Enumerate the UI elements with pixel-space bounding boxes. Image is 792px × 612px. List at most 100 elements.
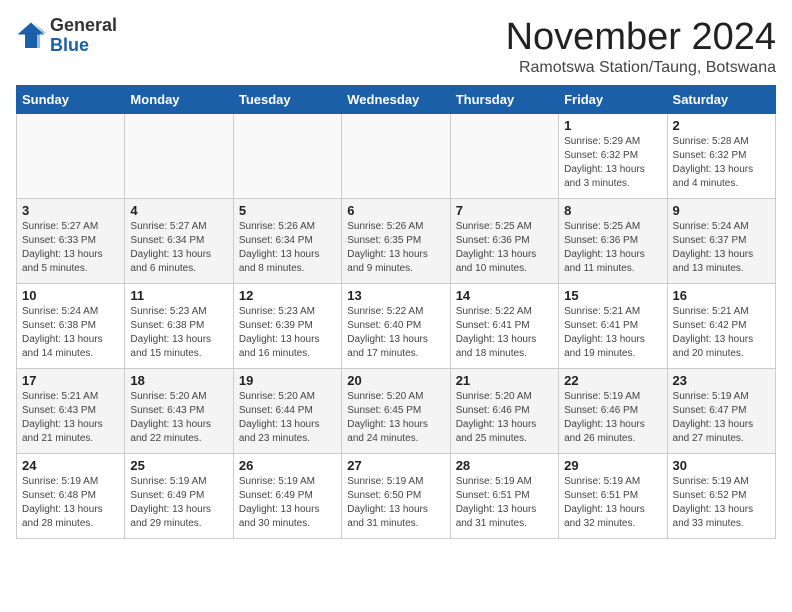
- day-info: Sunrise: 5:19 AM Sunset: 6:49 PM Dayligh…: [130, 476, 211, 529]
- table-row: 19 Sunrise: 5:20 AM Sunset: 6:44 PM Dayli…: [233, 369, 341, 454]
- table-row: 7Sunrise: 5:25 AM Sunset: 6:36 PM Daylig…: [450, 199, 558, 284]
- location-subtitle: Ramotswa Station/Taung, Botswana: [506, 59, 776, 77]
- table-row: 30Sunrise: 5:19 AM Sunset: 6:52 PM Dayli…: [667, 454, 775, 539]
- week-row-5: 24 Sunrise: 5:19 AM Sunset: 6:48 PM Dayli…: [17, 454, 776, 539]
- day-number: 9: [673, 203, 770, 218]
- day-info: Sunrise: 5:25 AM Sunset: 6:36 PM Dayligh…: [456, 221, 537, 274]
- day-number: 25: [130, 458, 227, 473]
- day-number: 20: [347, 373, 444, 388]
- logo-text: General Blue: [50, 16, 117, 56]
- week-row-3: 10Sunrise: 5:24 AM Sunset: 6:38 PM Dayli…: [17, 284, 776, 369]
- table-row: 24 Sunrise: 5:19 AM Sunset: 6:48 PM Dayli…: [17, 454, 125, 539]
- table-row: 4 Sunrise: 5:27 AM Sunset: 6:34 PM Daylig…: [125, 199, 233, 284]
- day-number: 3: [22, 203, 119, 218]
- week-row-2: 3 Sunrise: 5:27 AM Sunset: 6:33 PM Daylig…: [17, 199, 776, 284]
- day-number: 18: [130, 373, 227, 388]
- day-number: 5: [239, 203, 336, 218]
- table-row: [450, 114, 558, 199]
- day-number: 21: [456, 373, 553, 388]
- day-info: Sunrise: 5:24 AM Sunset: 6:38 PM Dayligh…: [22, 306, 103, 359]
- day-number: 22: [564, 373, 661, 388]
- day-info: Sunrise: 5:27 AM Sunset: 6:33 PM Dayligh…: [22, 221, 103, 274]
- header-saturday: Saturday: [667, 86, 775, 114]
- header-monday: Monday: [125, 86, 233, 114]
- day-number: 8: [564, 203, 661, 218]
- table-row: 17Sunrise: 5:21 AM Sunset: 6:43 PM Dayli…: [17, 369, 125, 454]
- day-info: Sunrise: 5:27 AM Sunset: 6:34 PM Dayligh…: [130, 221, 211, 274]
- day-number: 17: [22, 373, 119, 388]
- table-row: 2 Sunrise: 5:28 AM Sunset: 6:32 PM Daylig…: [667, 114, 775, 199]
- table-row: 28 Sunrise: 5:19 AM Sunset: 6:51 PM Dayli…: [450, 454, 558, 539]
- day-info: Sunrise: 5:21 AM Sunset: 6:41 PM Dayligh…: [564, 306, 645, 359]
- day-info: Sunrise: 5:19 AM Sunset: 6:47 PM Dayligh…: [673, 391, 754, 444]
- table-row: 25 Sunrise: 5:19 AM Sunset: 6:49 PM Dayli…: [125, 454, 233, 539]
- table-row: 13 Sunrise: 5:22 AM Sunset: 6:40 PM Dayli…: [342, 284, 450, 369]
- table-row: 21 Sunrise: 5:20 AM Sunset: 6:46 PM Dayli…: [450, 369, 558, 454]
- day-number: 19: [239, 373, 336, 388]
- month-title: November 2024: [506, 16, 776, 59]
- header-sunday: Sunday: [17, 86, 125, 114]
- table-row: 26Sunrise: 5:19 AM Sunset: 6:49 PM Dayli…: [233, 454, 341, 539]
- week-row-1: 1Sunrise: 5:29 AM Sunset: 6:32 PM Daylig…: [17, 114, 776, 199]
- table-row: [233, 114, 341, 199]
- day-number: 13: [347, 288, 444, 303]
- title-area: November 2024 Ramotswa Station/Taung, Bo…: [506, 16, 776, 77]
- day-number: 6: [347, 203, 444, 218]
- day-info: Sunrise: 5:29 AM Sunset: 6:32 PM Dayligh…: [564, 136, 645, 189]
- day-info: Sunrise: 5:28 AM Sunset: 6:32 PM Dayligh…: [673, 136, 754, 189]
- day-info: Sunrise: 5:19 AM Sunset: 6:51 PM Dayligh…: [456, 476, 537, 529]
- table-row: 14 Sunrise: 5:22 AM Sunset: 6:41 PM Dayli…: [450, 284, 558, 369]
- day-info: Sunrise: 5:19 AM Sunset: 6:52 PM Dayligh…: [673, 476, 754, 529]
- logo: General Blue: [16, 16, 117, 56]
- day-number: 28: [456, 458, 553, 473]
- day-number: 4: [130, 203, 227, 218]
- day-info: Sunrise: 5:26 AM Sunset: 6:35 PM Dayligh…: [347, 221, 428, 274]
- week-row-4: 17Sunrise: 5:21 AM Sunset: 6:43 PM Dayli…: [17, 369, 776, 454]
- header-friday: Friday: [559, 86, 667, 114]
- day-info: Sunrise: 5:25 AM Sunset: 6:36 PM Dayligh…: [564, 221, 645, 274]
- day-number: 2: [673, 118, 770, 133]
- table-row: 16Sunrise: 5:21 AM Sunset: 6:42 PM Dayli…: [667, 284, 775, 369]
- day-number: 27: [347, 458, 444, 473]
- table-row: 18 Sunrise: 5:20 AM Sunset: 6:43 PM Dayli…: [125, 369, 233, 454]
- day-info: Sunrise: 5:20 AM Sunset: 6:46 PM Dayligh…: [456, 391, 537, 444]
- table-row: 1Sunrise: 5:29 AM Sunset: 6:32 PM Daylig…: [559, 114, 667, 199]
- day-number: 14: [456, 288, 553, 303]
- day-info: Sunrise: 5:19 AM Sunset: 6:50 PM Dayligh…: [347, 476, 428, 529]
- day-info: Sunrise: 5:20 AM Sunset: 6:43 PM Dayligh…: [130, 391, 211, 444]
- table-row: 20Sunrise: 5:20 AM Sunset: 6:45 PM Dayli…: [342, 369, 450, 454]
- table-row: 23 Sunrise: 5:19 AM Sunset: 6:47 PM Dayli…: [667, 369, 775, 454]
- table-row: 8 Sunrise: 5:25 AM Sunset: 6:36 PM Daylig…: [559, 199, 667, 284]
- table-row: [125, 114, 233, 199]
- day-number: 12: [239, 288, 336, 303]
- calendar-header-row: Sunday Monday Tuesday Wednesday Thursday…: [17, 86, 776, 114]
- table-row: 11Sunrise: 5:23 AM Sunset: 6:38 PM Dayli…: [125, 284, 233, 369]
- day-number: 24: [22, 458, 119, 473]
- day-info: Sunrise: 5:22 AM Sunset: 6:40 PM Dayligh…: [347, 306, 428, 359]
- page-header: General Blue November 2024 Ramotswa Stat…: [16, 16, 776, 77]
- day-number: 23: [673, 373, 770, 388]
- table-row: 9Sunrise: 5:24 AM Sunset: 6:37 PM Daylig…: [667, 199, 775, 284]
- header-wednesday: Wednesday: [342, 86, 450, 114]
- table-row: 15 Sunrise: 5:21 AM Sunset: 6:41 PM Dayli…: [559, 284, 667, 369]
- table-row: 22 Sunrise: 5:19 AM Sunset: 6:46 PM Dayli…: [559, 369, 667, 454]
- table-row: [342, 114, 450, 199]
- day-number: 15: [564, 288, 661, 303]
- table-row: 27 Sunrise: 5:19 AM Sunset: 6:50 PM Dayli…: [342, 454, 450, 539]
- table-row: 29Sunrise: 5:19 AM Sunset: 6:51 PM Dayli…: [559, 454, 667, 539]
- table-row: 6 Sunrise: 5:26 AM Sunset: 6:35 PM Daylig…: [342, 199, 450, 284]
- day-info: Sunrise: 5:19 AM Sunset: 6:51 PM Dayligh…: [564, 476, 645, 529]
- logo-blue: Blue: [50, 36, 117, 56]
- table-row: 12 Sunrise: 5:23 AM Sunset: 6:39 PM Dayli…: [233, 284, 341, 369]
- table-row: 3 Sunrise: 5:27 AM Sunset: 6:33 PM Daylig…: [17, 199, 125, 284]
- day-info: Sunrise: 5:19 AM Sunset: 6:48 PM Dayligh…: [22, 476, 103, 529]
- day-info: Sunrise: 5:23 AM Sunset: 6:39 PM Dayligh…: [239, 306, 320, 359]
- day-info: Sunrise: 5:22 AM Sunset: 6:41 PM Dayligh…: [456, 306, 537, 359]
- day-info: Sunrise: 5:23 AM Sunset: 6:38 PM Dayligh…: [130, 306, 211, 359]
- logo-general: General: [50, 16, 117, 36]
- day-info: Sunrise: 5:26 AM Sunset: 6:34 PM Dayligh…: [239, 221, 320, 274]
- day-info: Sunrise: 5:19 AM Sunset: 6:46 PM Dayligh…: [564, 391, 645, 444]
- day-info: Sunrise: 5:20 AM Sunset: 6:44 PM Dayligh…: [239, 391, 320, 444]
- day-info: Sunrise: 5:21 AM Sunset: 6:42 PM Dayligh…: [673, 306, 754, 359]
- day-number: 26: [239, 458, 336, 473]
